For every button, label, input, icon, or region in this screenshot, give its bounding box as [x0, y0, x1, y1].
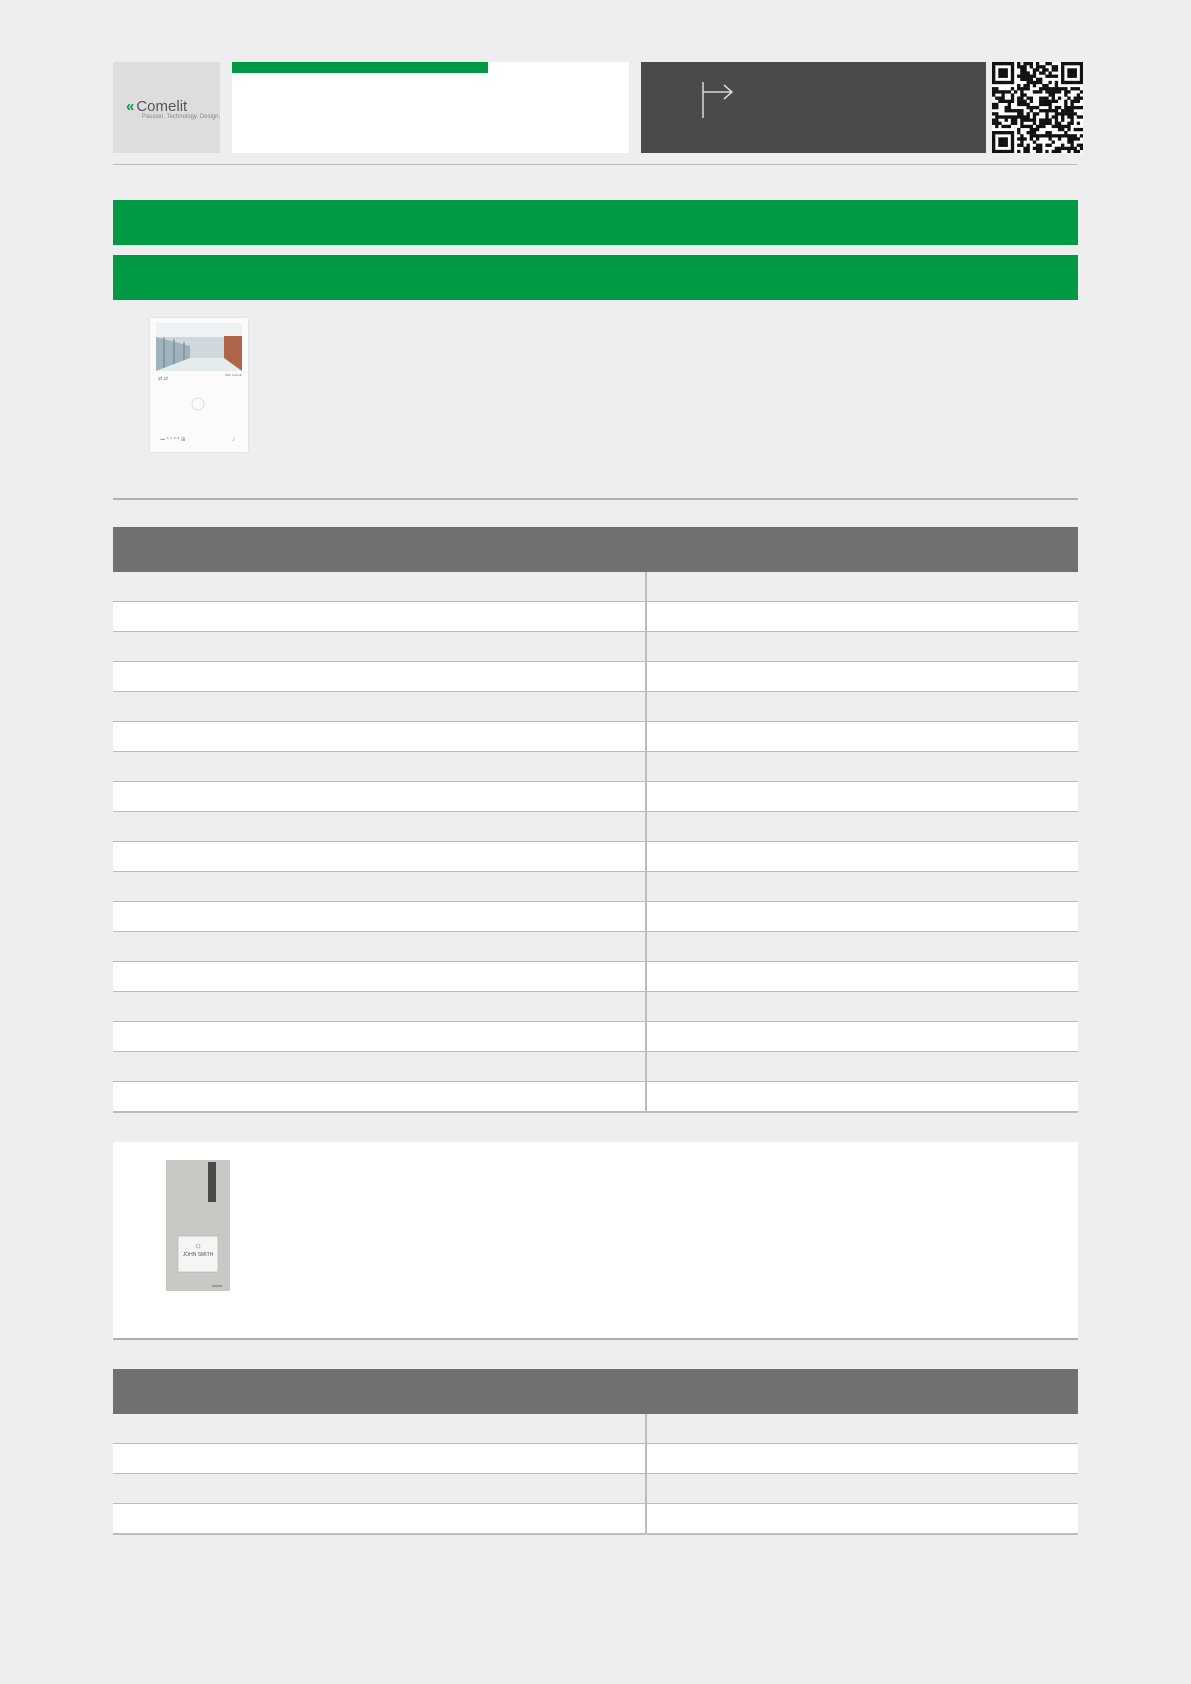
table-row — [113, 1444, 1078, 1475]
table-row — [113, 962, 1078, 993]
name-tag-label: JOHN SMITH — [183, 1252, 214, 1258]
table-row — [113, 1474, 1078, 1505]
svg-text:⊶ ⁴ ⁵ ⁶ ⁸ ⊞: ⊶ ⁴ ⁵ ⁶ ⁸ ⊞ — [160, 437, 185, 443]
svg-text:♪: ♪ — [232, 437, 235, 443]
table-row — [113, 1022, 1078, 1053]
table-row — [113, 992, 1078, 1023]
table-row — [113, 932, 1078, 963]
column-divider — [645, 662, 647, 692]
column-divider — [645, 692, 647, 722]
column-divider — [645, 812, 647, 842]
table-row — [113, 752, 1078, 783]
brand-chevron-icon: « — [126, 98, 135, 115]
spec-table-header — [113, 527, 1078, 572]
brand-name: Comelit — [136, 98, 188, 115]
column-divider — [645, 1504, 647, 1534]
monitor-product-image: ⇄ ⇄ SBC Comelit ⊶ ⁴ ⁵ ⁶ ⁸ ⊞ ♪ — [150, 318, 248, 452]
column-divider — [645, 1022, 647, 1052]
brand-tagline: Passion. Technology. Design. — [142, 114, 221, 120]
table-row — [113, 632, 1078, 663]
column-divider — [645, 722, 647, 752]
column-divider — [645, 1474, 647, 1504]
column-divider — [645, 782, 647, 812]
table-row — [113, 842, 1078, 873]
column-divider — [645, 632, 647, 662]
column-divider — [645, 932, 647, 962]
monitor-screen-label: SBC Comelit — [225, 373, 242, 377]
brand-logo: «Comelit — [126, 98, 187, 115]
column-divider — [645, 962, 647, 992]
section-divider — [113, 498, 1078, 500]
column-divider — [645, 1444, 647, 1474]
column-divider — [645, 1414, 647, 1444]
entrance-panel-image: 1 2 3 4 JOHN SMITH — [166, 1160, 230, 1291]
column-divider — [645, 992, 647, 1022]
table-row — [113, 872, 1078, 903]
table-row — [113, 1052, 1078, 1083]
table-row — [113, 602, 1078, 633]
qr-code[interactable] — [992, 62, 1083, 153]
arrow-right-icon — [702, 82, 734, 118]
section-divider — [113, 1338, 1078, 1340]
column-divider — [645, 872, 647, 902]
column-divider — [645, 752, 647, 782]
table-row — [113, 1414, 1078, 1445]
code-panel — [641, 62, 986, 153]
header-divider — [113, 164, 1078, 165]
table-row — [113, 662, 1078, 693]
table-row — [113, 1504, 1078, 1535]
table-row — [113, 572, 1078, 603]
table-row — [113, 812, 1078, 843]
table-row — [113, 1082, 1078, 1113]
table-row — [113, 782, 1078, 813]
table-row — [113, 722, 1078, 753]
column-divider — [645, 1082, 647, 1112]
product-title-bar — [113, 200, 1078, 245]
accessory-table-header — [113, 1369, 1078, 1414]
table-row — [113, 902, 1078, 933]
title-panel — [232, 62, 629, 153]
column-divider — [645, 1052, 647, 1082]
column-divider — [645, 902, 647, 932]
table-row — [113, 692, 1078, 723]
accessory-panel — [113, 1142, 1078, 1338]
svg-text:⇄ ⇄: ⇄ ⇄ — [158, 376, 168, 382]
column-divider — [645, 572, 647, 602]
product-subtitle-bar — [113, 255, 1078, 300]
column-divider — [645, 842, 647, 872]
column-divider — [645, 602, 647, 632]
title-accent-bar — [232, 62, 488, 73]
